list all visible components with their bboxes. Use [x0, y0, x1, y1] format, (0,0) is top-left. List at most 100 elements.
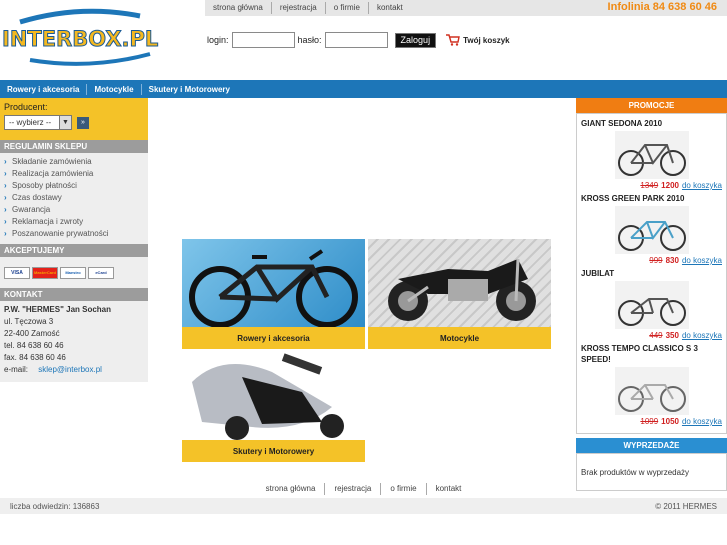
cart-link[interactable]: Twój koszyk: [446, 34, 510, 46]
login-label: login:: [207, 35, 229, 45]
maestro-logo: Maestro: [60, 266, 86, 279]
nav-motorcycles[interactable]: Motocykle: [87, 83, 142, 95]
cart-icon: [446, 34, 460, 46]
password-input[interactable]: [324, 32, 388, 48]
category-motorcycles[interactable]: Motocykle: [368, 239, 551, 349]
bike-image: [182, 239, 365, 327]
footer-nav-register[interactable]: rejestracja: [325, 483, 382, 495]
category-bikes-label: Rowery i akcesoria: [182, 327, 365, 349]
producer-go-button[interactable]: »: [77, 116, 89, 129]
visit-counter: liczba odwiedzin: 136863: [10, 501, 100, 511]
sale-empty-text: Brak produktów w wyprzedaży: [581, 468, 690, 477]
producer-select[interactable]: -- wybierz -- ▼: [4, 115, 72, 130]
top-nav-register[interactable]: rejestracja: [272, 2, 326, 14]
producer-box: Producent: -- wybierz -- ▼ »: [0, 98, 148, 140]
promo-item: KROSS GREEN PARK 2010 999 830 do koszyka: [581, 193, 722, 265]
promo-list: GIANT SEDONA 2010 1349 1200 do koszyka KRO…: [576, 113, 727, 434]
contact-city: 22-400 Zamość: [4, 329, 60, 338]
chevron-down-icon: ▼: [59, 116, 71, 129]
regulamin-item[interactable]: Realizacja zamówienia: [4, 168, 148, 180]
promo-item-name[interactable]: JUBILAT: [581, 268, 722, 279]
add-to-cart-link[interactable]: do koszyka: [682, 256, 722, 265]
main-nav: Rowery i akcesoria Motocykle Skutery i M…: [0, 80, 727, 98]
regulamin-heading: REGULAMIN SKLEPU: [0, 140, 148, 153]
copyright: © 2011 HERMES: [655, 501, 717, 511]
regulamin-item[interactable]: Składanie zamówienia: [4, 156, 148, 168]
contact-fax: fax. 84 638 60 46: [4, 353, 66, 362]
cart-label: Twój koszyk: [463, 35, 510, 45]
visa-logo: VISA: [4, 266, 30, 279]
footer-nav-home[interactable]: strona główna: [257, 483, 326, 495]
promo-old-price: 449: [649, 331, 663, 340]
top-nav-about[interactable]: o firmie: [326, 2, 369, 14]
promo-bike-image[interactable]: [614, 206, 689, 254]
left-sidebar: Producent: -- wybierz -- ▼ » REGULAMIN S…: [0, 98, 148, 382]
add-to-cart-link[interactable]: do koszyka: [682, 417, 722, 426]
promo-item: JUBILAT 449 350 do koszyka: [581, 268, 722, 340]
page: INTERBOX.PL strona główna rejestracja o …: [0, 0, 727, 545]
contact-box: P.W. "HERMES" Jan Sochan ul. Tęczowa 3 2…: [0, 301, 148, 382]
sale-heading: WYPRZEDAŻE: [576, 438, 727, 453]
nav-scooters[interactable]: Skutery i Motorowery: [142, 84, 237, 95]
category-bikes[interactable]: Rowery i akcesoria: [182, 239, 365, 349]
right-sidebar: PROMOCJE GIANT SEDONA 2010 1349 1200 do ko…: [576, 98, 727, 491]
promo-new-price: 1050: [661, 417, 679, 426]
payment-cards: VISA MasterCard Maestro eCard: [0, 257, 148, 288]
contact-email-link[interactable]: sklep@interbox.pl: [38, 365, 102, 374]
top-nav-contact[interactable]: kontakt: [369, 2, 411, 14]
promo-item: KROSS TEMPO CLASSICO S 3 SPEED! 1099 1050…: [581, 343, 722, 426]
regulamin-item[interactable]: Sposoby płatności: [4, 180, 148, 192]
regulamin-item[interactable]: Poszanowanie prywatności: [4, 228, 148, 240]
contact-company: P.W. "HERMES" Jan Sochan: [4, 305, 112, 314]
producer-select-value: -- wybierz --: [9, 118, 52, 127]
contact-heading: KONTAKT: [0, 288, 148, 301]
contact-email-label: e-mail:: [4, 365, 29, 374]
scooter-image: [182, 352, 365, 440]
promo-bike-image[interactable]: [614, 367, 689, 415]
nav-bikes[interactable]: Rowery i akcesoria: [0, 83, 88, 95]
add-to-cart-link[interactable]: do koszyka: [682, 331, 722, 340]
add-to-cart-link[interactable]: do koszyka: [682, 181, 722, 190]
top-nav-home[interactable]: strona główna: [205, 2, 272, 14]
fast-forward-icon: »: [81, 119, 85, 126]
regulamin-item[interactable]: Czas dostawy: [4, 192, 148, 204]
category-scooters-label: Skutery i Motorowery: [182, 440, 365, 462]
category-scooters[interactable]: Skutery i Motorowery: [182, 352, 365, 462]
footer-nav: strona główna rejestracja o firmie konta…: [0, 480, 727, 498]
motorcycle-image: [368, 239, 551, 327]
promo-item-name[interactable]: KROSS GREEN PARK 2010: [581, 193, 722, 204]
logo-graphic: INTERBOX.PL: [2, 8, 159, 66]
promo-bike-image[interactable]: [614, 281, 689, 329]
login-input[interactable]: [231, 32, 295, 48]
promo-item-name[interactable]: GIANT SEDONA 2010: [581, 118, 722, 129]
ecard-logo: eCard: [88, 266, 114, 279]
main-content: Rowery i akcesoria Motocykle Skutery i M…: [148, 98, 576, 480]
logo[interactable]: INTERBOX.PL: [0, 8, 172, 66]
promo-new-price: 1200: [661, 181, 679, 190]
regulamin-item[interactable]: Reklamacja i zwroty: [4, 216, 148, 228]
promo-item-name[interactable]: KROSS TEMPO CLASSICO S 3 SPEED!: [581, 343, 722, 365]
category-motorcycles-label: Motocykle: [368, 327, 551, 349]
producer-label: Producent:: [4, 102, 48, 112]
promo-old-price: 1349: [640, 181, 659, 190]
promo-new-price: 350: [665, 331, 679, 340]
promo-heading: PROMOCJE: [576, 98, 727, 113]
promo-bike-image[interactable]: [614, 131, 689, 179]
footer-nav-about[interactable]: o firmie: [381, 483, 427, 495]
footer-bar: liczba odwiedzin: 136863 © 2011 HERMES: [0, 498, 727, 514]
contact-street: ul. Tęczowa 3: [4, 317, 54, 326]
contact-email-row: e-mail: sklep@interbox.pl: [4, 364, 148, 376]
promo-old-price: 1099: [640, 417, 659, 426]
accept-heading: AKCEPTUJEMY: [0, 244, 148, 257]
contact-tel: tel. 84 638 60 46: [4, 341, 64, 350]
login-button[interactable]: Zaloguj: [394, 32, 437, 48]
logo-text: INTERBOX.PL: [2, 27, 158, 51]
footer-nav-contact[interactable]: kontakt: [427, 483, 471, 495]
promo-new-price: 830: [665, 256, 679, 265]
regulamin-item[interactable]: Gwarancja: [4, 204, 148, 216]
mastercard-logo: MasterCard: [32, 266, 58, 279]
password-label: hasło:: [297, 35, 322, 45]
promo-item: GIANT SEDONA 2010 1349 1200 do koszyka: [581, 118, 722, 190]
login-form: login: hasło: Zaloguj Twój koszyk: [207, 32, 510, 48]
hotline: Infolinia 84 638 60 46: [607, 1, 717, 13]
